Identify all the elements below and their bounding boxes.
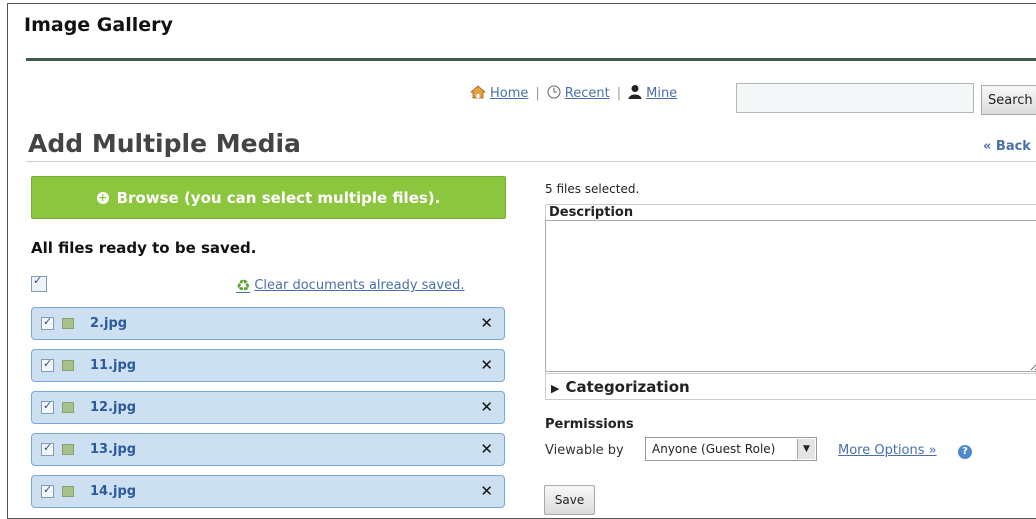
- image-thumb-icon: [62, 486, 74, 497]
- upload-status: All files ready to be saved.: [31, 239, 257, 257]
- file-name: 11.jpg: [90, 358, 137, 373]
- image-thumb-icon: [62, 402, 74, 413]
- plus-circle-icon: +: [96, 190, 109, 204]
- close-icon[interactable]: ✕: [480, 440, 493, 458]
- file-checkbox[interactable]: ✓: [41, 441, 54, 456]
- gallery-title: Image Gallery: [24, 14, 173, 36]
- clear-saved-label: Clear documents already saved.: [254, 278, 465, 293]
- image-thumb-icon: [62, 444, 74, 455]
- save-button[interactable]: Save: [544, 485, 595, 515]
- app-window: Image Gallery Home | Recent | Mine Searc…: [7, 3, 1036, 519]
- viewable-by-value: Anyone (Guest Role): [652, 442, 776, 456]
- file-checkbox[interactable]: ✓: [41, 483, 54, 498]
- checkmark-icon: ✓: [43, 315, 53, 328]
- more-options-link[interactable]: More Options »: [838, 443, 937, 458]
- close-icon[interactable]: ✕: [480, 398, 493, 416]
- title-divider: [26, 161, 1036, 162]
- close-icon[interactable]: ✕: [480, 356, 493, 374]
- back-link[interactable]: « Back: [983, 139, 1031, 154]
- file-name: 14.jpg: [90, 484, 137, 499]
- image-thumb-icon: [62, 360, 74, 371]
- close-icon[interactable]: ✕: [480, 314, 493, 332]
- file-row[interactable]: ✓ 11.jpg ✕: [31, 349, 505, 382]
- file-row[interactable]: ✓ 2.jpg ✕: [31, 307, 505, 340]
- selected-count: 5 files selected.: [545, 182, 640, 196]
- nav-mine-link[interactable]: Mine: [646, 86, 677, 101]
- file-checkbox[interactable]: ✓: [41, 315, 54, 330]
- select-all-checkbox[interactable]: ✓: [31, 274, 47, 292]
- checkmark-icon: ✓: [33, 274, 43, 287]
- file-row[interactable]: ✓ 13.jpg ✕: [31, 433, 505, 466]
- image-thumb-icon: [62, 318, 74, 329]
- checkmark-icon: ✓: [43, 483, 53, 496]
- page-title: Add Multiple Media: [28, 129, 301, 158]
- file-row[interactable]: ✓ 12.jpg ✕: [31, 391, 505, 424]
- help-icon[interactable]: ?: [958, 445, 972, 459]
- top-nav: Home | Recent | Mine: [469, 84, 677, 103]
- nav-home-link[interactable]: Home: [490, 86, 528, 101]
- close-icon[interactable]: ✕: [480, 482, 493, 500]
- categorization-toggle[interactable]: ▶ Categorization: [545, 373, 1036, 400]
- checkmark-icon: ✓: [43, 357, 53, 370]
- viewable-by-label: Viewable by: [545, 443, 624, 458]
- nav-separator: |: [616, 86, 622, 101]
- file-name: 12.jpg: [90, 400, 137, 415]
- permissions-label: Permissions: [545, 417, 634, 432]
- clear-saved-link[interactable]: ♻ Clear documents already saved.: [236, 276, 464, 295]
- browse-label: Browse (you can select multiple files).: [116, 188, 441, 207]
- dropdown-arrow-icon: ▼: [797, 439, 815, 459]
- checkmark-icon: ✓: [43, 441, 53, 454]
- home-icon: [469, 84, 487, 103]
- user-icon: [628, 84, 642, 103]
- clock-icon: [547, 85, 561, 103]
- file-name: 2.jpg: [90, 316, 128, 331]
- search-input[interactable]: [736, 83, 974, 113]
- header-divider: [26, 58, 1036, 61]
- categorization-label: Categorization: [565, 378, 690, 396]
- file-row[interactable]: ✓ 14.jpg ✕: [31, 475, 505, 508]
- viewable-by-select[interactable]: Anyone (Guest Role) ▼: [645, 437, 817, 461]
- search-button[interactable]: Search: [981, 85, 1036, 115]
- file-name: 13.jpg: [90, 442, 137, 457]
- description-textarea[interactable]: [545, 220, 1036, 372]
- checkmark-icon: ✓: [43, 399, 53, 412]
- description-label: Description: [545, 204, 1036, 220]
- file-checkbox[interactable]: ✓: [41, 399, 54, 414]
- browse-button[interactable]: + Browse (you can select multiple files)…: [31, 176, 506, 219]
- file-checkbox[interactable]: ✓: [41, 357, 54, 372]
- nav-recent-link[interactable]: Recent: [565, 86, 610, 101]
- nav-separator: |: [535, 86, 540, 101]
- disclosure-triangle-icon: ▶: [551, 382, 560, 395]
- recycle-icon: ♻: [236, 276, 251, 295]
